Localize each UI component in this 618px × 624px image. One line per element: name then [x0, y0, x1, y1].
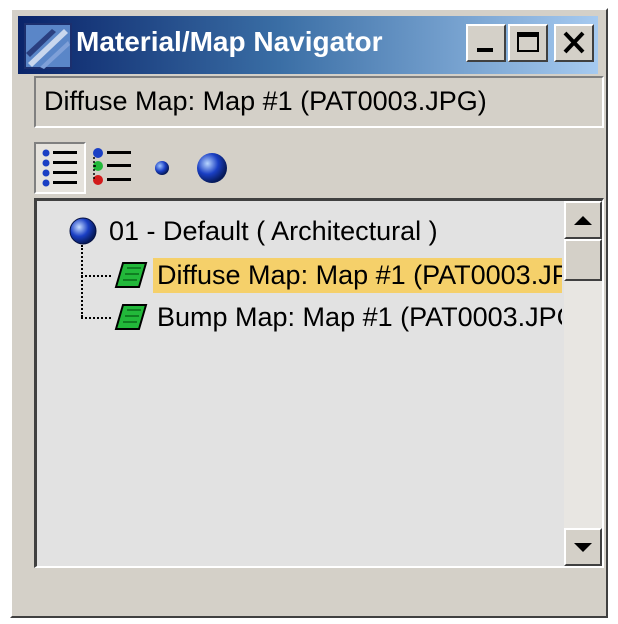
minimize-button[interactable]: [466, 24, 506, 62]
vertical-scrollbar[interactable]: [564, 201, 602, 566]
tree-connector: [81, 275, 111, 277]
view-small-icons-button[interactable]: [138, 142, 186, 194]
app-icon: [24, 23, 72, 69]
view-large-icons-icon: [197, 153, 227, 183]
view-list-icon: [42, 149, 77, 187]
scroll-thumb[interactable]: [564, 239, 602, 281]
arrow-down-icon: [574, 542, 592, 552]
scroll-down-button[interactable]: [564, 528, 602, 566]
view-list-small-icons-icon: [93, 148, 131, 185]
tree-item-label: 01 - Default ( Architectural ): [109, 215, 438, 246]
title-bar[interactable]: Material/Map Navigator: [18, 16, 598, 74]
close-icon: [563, 31, 585, 54]
material-tree-panel: 01 - Default ( Architectural ) Diffuse M…: [34, 198, 604, 568]
maximize-icon: [517, 32, 539, 52]
window-title: Material/Map Navigator: [76, 26, 383, 57]
view-list-button[interactable]: [34, 142, 86, 194]
material-sphere-icon: [69, 217, 97, 245]
map-icon: [114, 262, 148, 288]
maximize-button[interactable]: [508, 24, 548, 62]
material-map-navigator-window: Material/Map Navigator Diffuse Map: Map …: [10, 8, 608, 618]
tree-item-label: Diffuse Map: Map #1 (PAT0003.JPG): [153, 257, 562, 293]
current-map-field: Diffuse Map: Map #1 (PAT0003.JPG): [34, 76, 604, 128]
scroll-track[interactable]: [564, 239, 602, 528]
tree-item-material[interactable]: 01 - Default ( Architectural ): [67, 211, 442, 251]
tree-connector: [81, 317, 111, 319]
view-toolbar: [34, 140, 238, 196]
arrow-up-icon: [574, 215, 592, 225]
tree-item-bump-map[interactable]: Bump Map: Map #1 (PAT0003.JPG): [113, 297, 562, 337]
minimize-icon: [477, 48, 493, 52]
tree-item-label: Bump Map: Map #1 (PAT0003.JPG): [157, 301, 562, 332]
tree-connector: [81, 245, 83, 317]
tree-item-diffuse-map[interactable]: Diffuse Map: Map #1 (PAT0003.JPG): [113, 255, 562, 295]
view-large-icons-button[interactable]: [186, 142, 238, 194]
view-list-small-icons-button[interactable]: [86, 142, 138, 194]
material-tree: 01 - Default ( Architectural ) Diffuse M…: [37, 201, 562, 566]
scroll-up-button[interactable]: [564, 201, 602, 239]
map-icon: [114, 304, 148, 330]
view-small-icons-icon: [155, 161, 169, 175]
close-button[interactable]: [554, 24, 594, 62]
